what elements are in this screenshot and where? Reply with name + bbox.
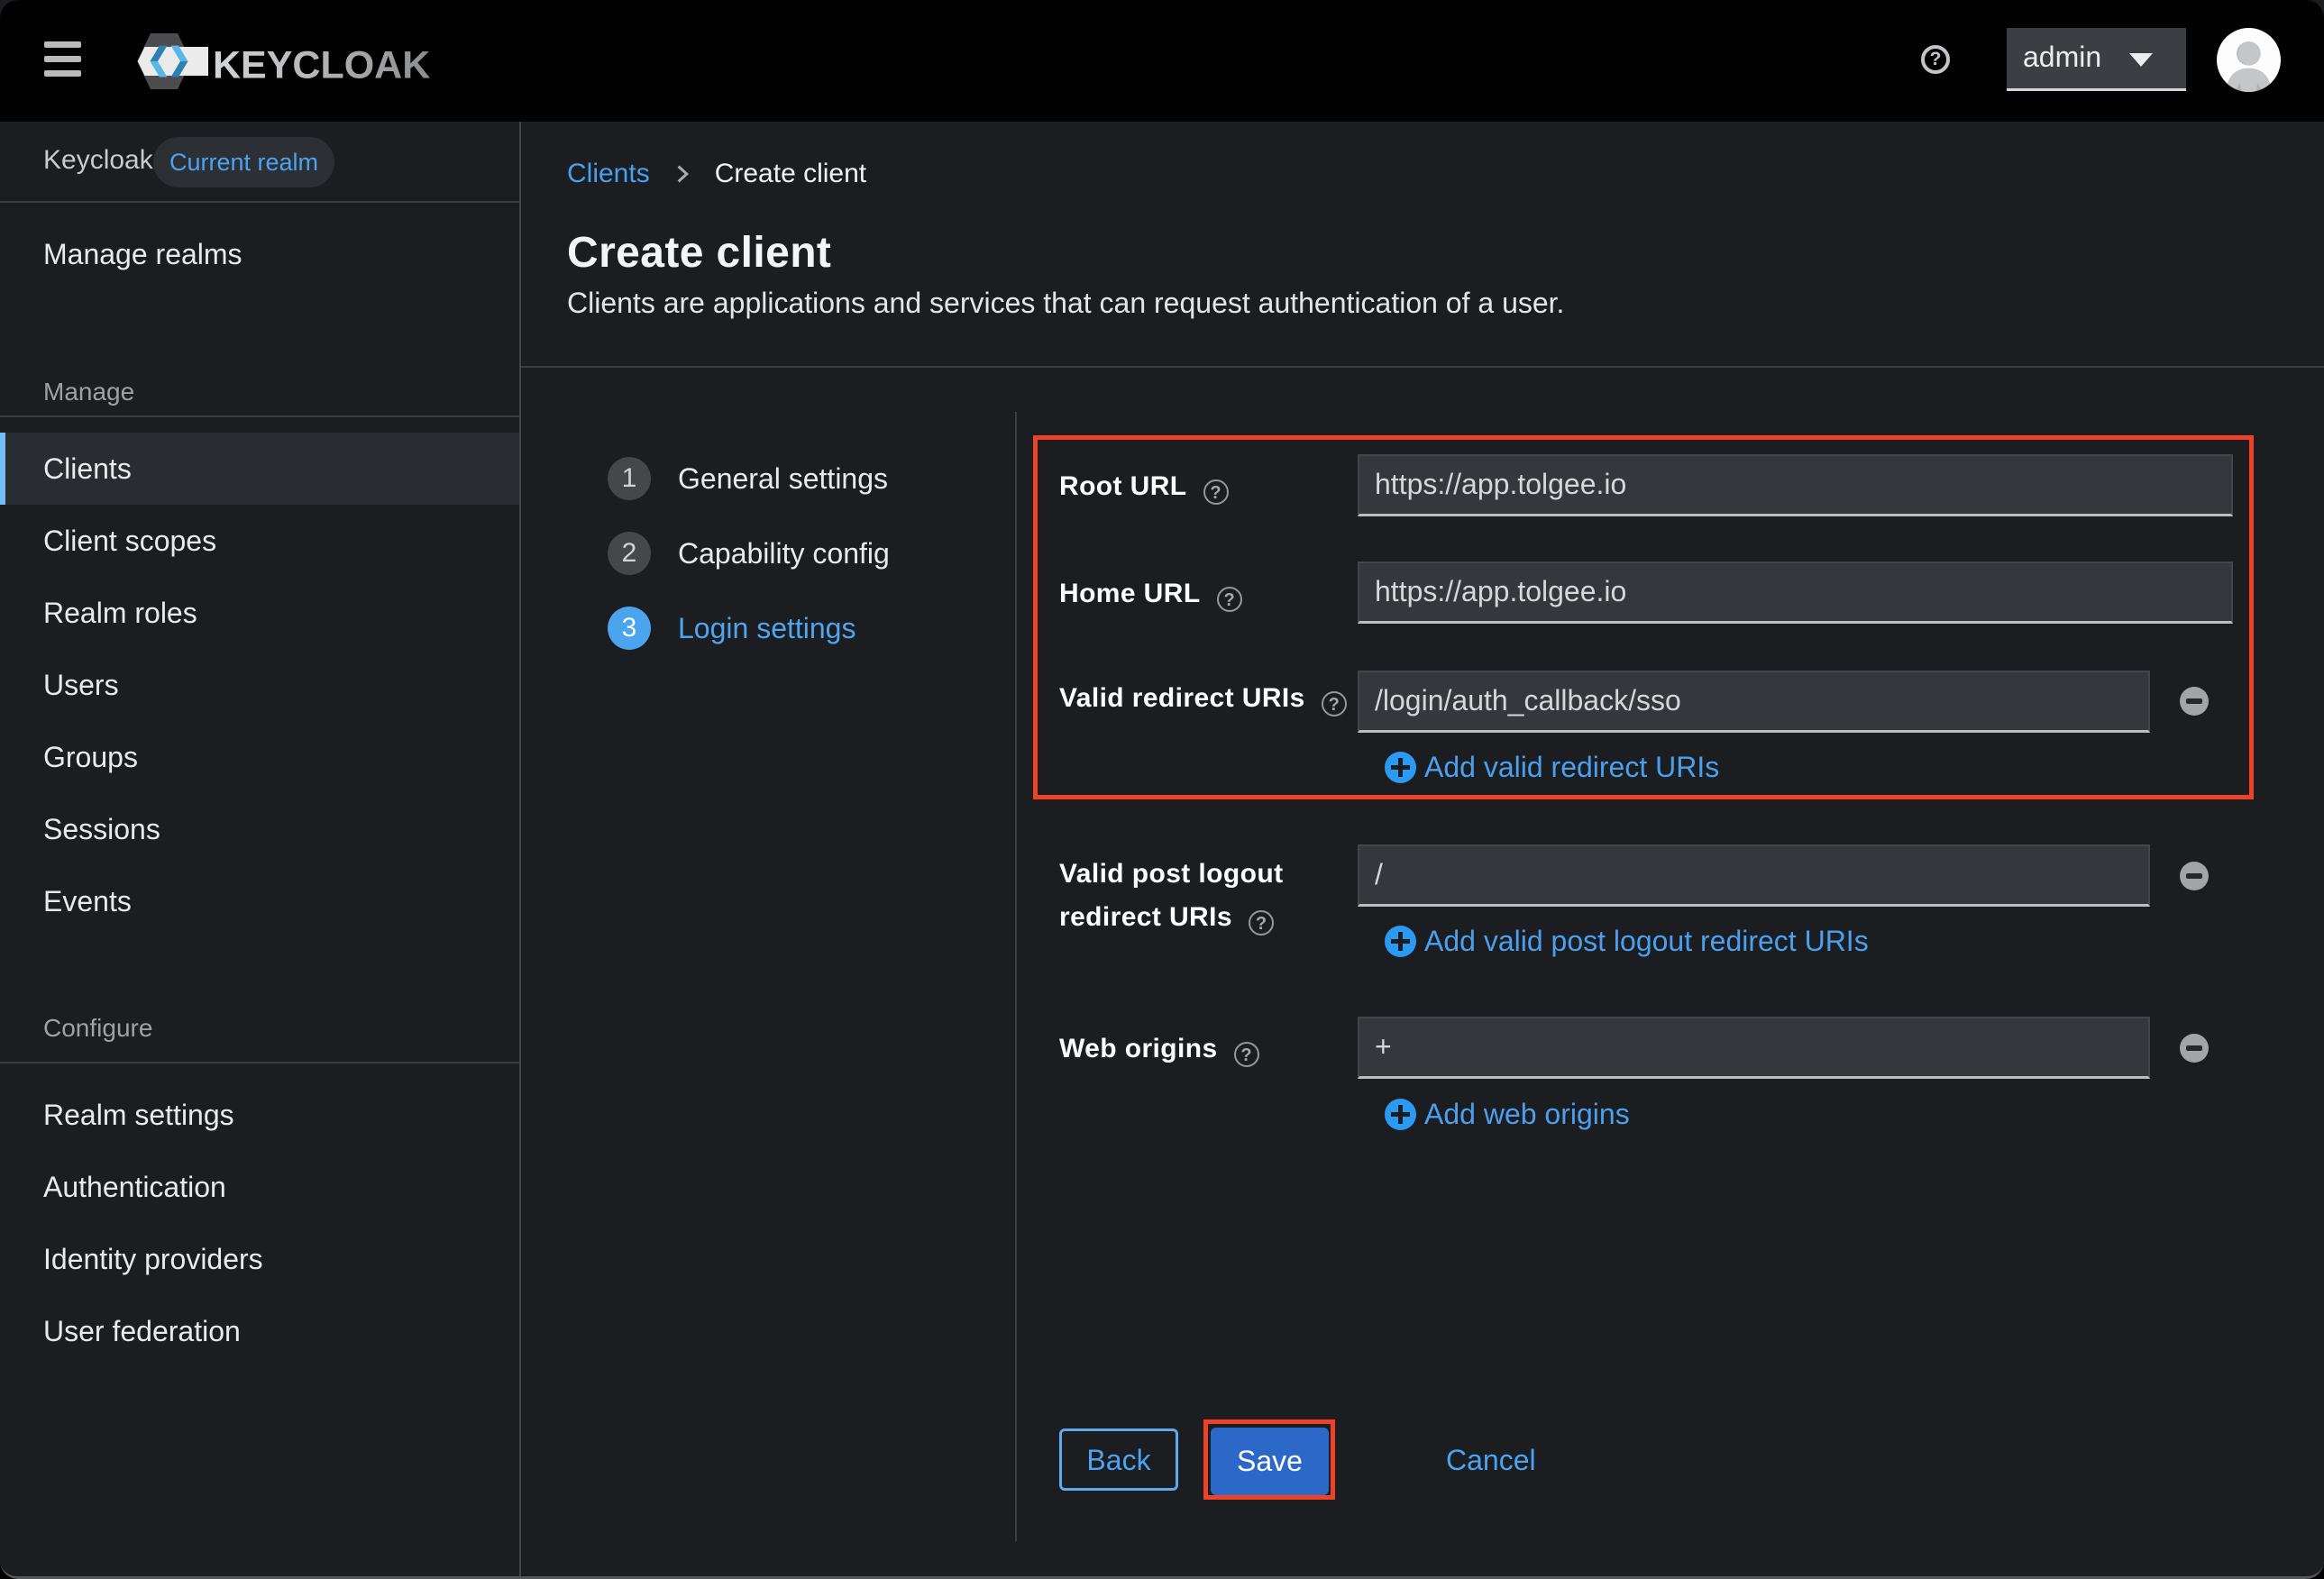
svg-text:KEYCLOAK: KEYCLOAK (213, 44, 430, 87)
